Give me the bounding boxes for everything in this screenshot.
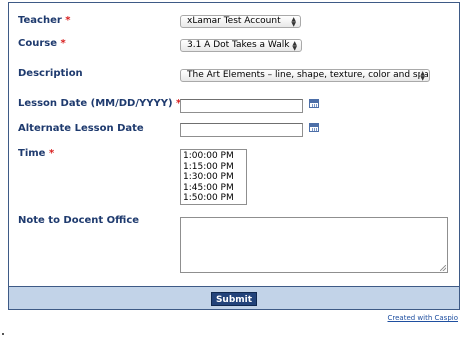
note-label: Note to Docent Office — [18, 215, 139, 226]
created-with-caspio-link[interactable]: Created with Caspio — [388, 314, 459, 322]
time-option[interactable]: 1:50:00 PM — [181, 193, 246, 204]
time-label: Time * — [18, 148, 54, 159]
lesson-date-label: Lesson Date (MM/DD/YYYY) * — [18, 98, 181, 109]
course-select-value: 3.1 A Dot Takes a Walk — [187, 40, 290, 50]
submit-button[interactable]: Submit — [211, 292, 257, 306]
time-option[interactable]: 1:00:00 PM — [181, 151, 246, 162]
note-textarea[interactable] — [180, 217, 448, 273]
form-container: Teacher * xLamar Test Account ▲ ▼ Course … — [8, 2, 460, 310]
alternate-lesson-date-input[interactable] — [180, 123, 303, 137]
description-label-text: Description — [18, 68, 83, 79]
select-arrows-icon: ▲ ▼ — [292, 40, 297, 52]
course-label: Course * — [18, 38, 66, 49]
alternate-lesson-date-label: Alternate Lesson Date — [18, 123, 144, 134]
form-footer: Submit — [9, 286, 459, 309]
teacher-required-mark: * — [65, 15, 71, 26]
teacher-label-text: Teacher — [18, 15, 62, 26]
teacher-label: Teacher * — [18, 15, 71, 26]
course-select[interactable]: 3.1 A Dot Takes a Walk ▲ ▼ — [180, 39, 302, 52]
teacher-select[interactable]: xLamar Test Account ▲ ▼ — [180, 15, 301, 28]
time-option[interactable]: 1:15:00 PM — [181, 162, 246, 173]
divider-dot — [2, 333, 4, 335]
course-required-mark: * — [60, 38, 66, 49]
course-label-text: Course — [18, 38, 57, 49]
resize-grip-icon[interactable] — [440, 265, 446, 271]
lesson-date-label-text: Lesson Date (MM/DD/YYYY) — [18, 98, 173, 109]
lesson-date-input[interactable] — [180, 99, 303, 113]
time-option[interactable]: 1:45:00 PM — [181, 183, 246, 194]
note-label-text: Note to Docent Office — [18, 215, 140, 226]
time-label-text: Time — [18, 148, 46, 159]
alternate-lesson-date-label-text: Alternate Lesson Date — [18, 123, 144, 134]
time-listbox[interactable]: 1:00:00 PM 1:15:00 PM 1:30:00 PM 1:45:00… — [180, 149, 247, 205]
description-select[interactable]: The Art Elements – line, shape, texture,… — [180, 69, 430, 82]
select-arrows-icon: ▲ ▼ — [291, 16, 296, 28]
calendar-icon[interactable] — [309, 99, 319, 108]
teacher-select-value: xLamar Test Account — [187, 16, 281, 26]
select-arrows-icon: ▲ ▼ — [420, 70, 425, 82]
time-option[interactable]: 1:30:00 PM — [181, 172, 246, 183]
description-label: Description — [18, 68, 83, 79]
time-required-mark: * — [48, 148, 55, 159]
description-select-value: The Art Elements – line, shape, texture,… — [187, 70, 430, 80]
calendar-icon[interactable] — [309, 123, 319, 132]
